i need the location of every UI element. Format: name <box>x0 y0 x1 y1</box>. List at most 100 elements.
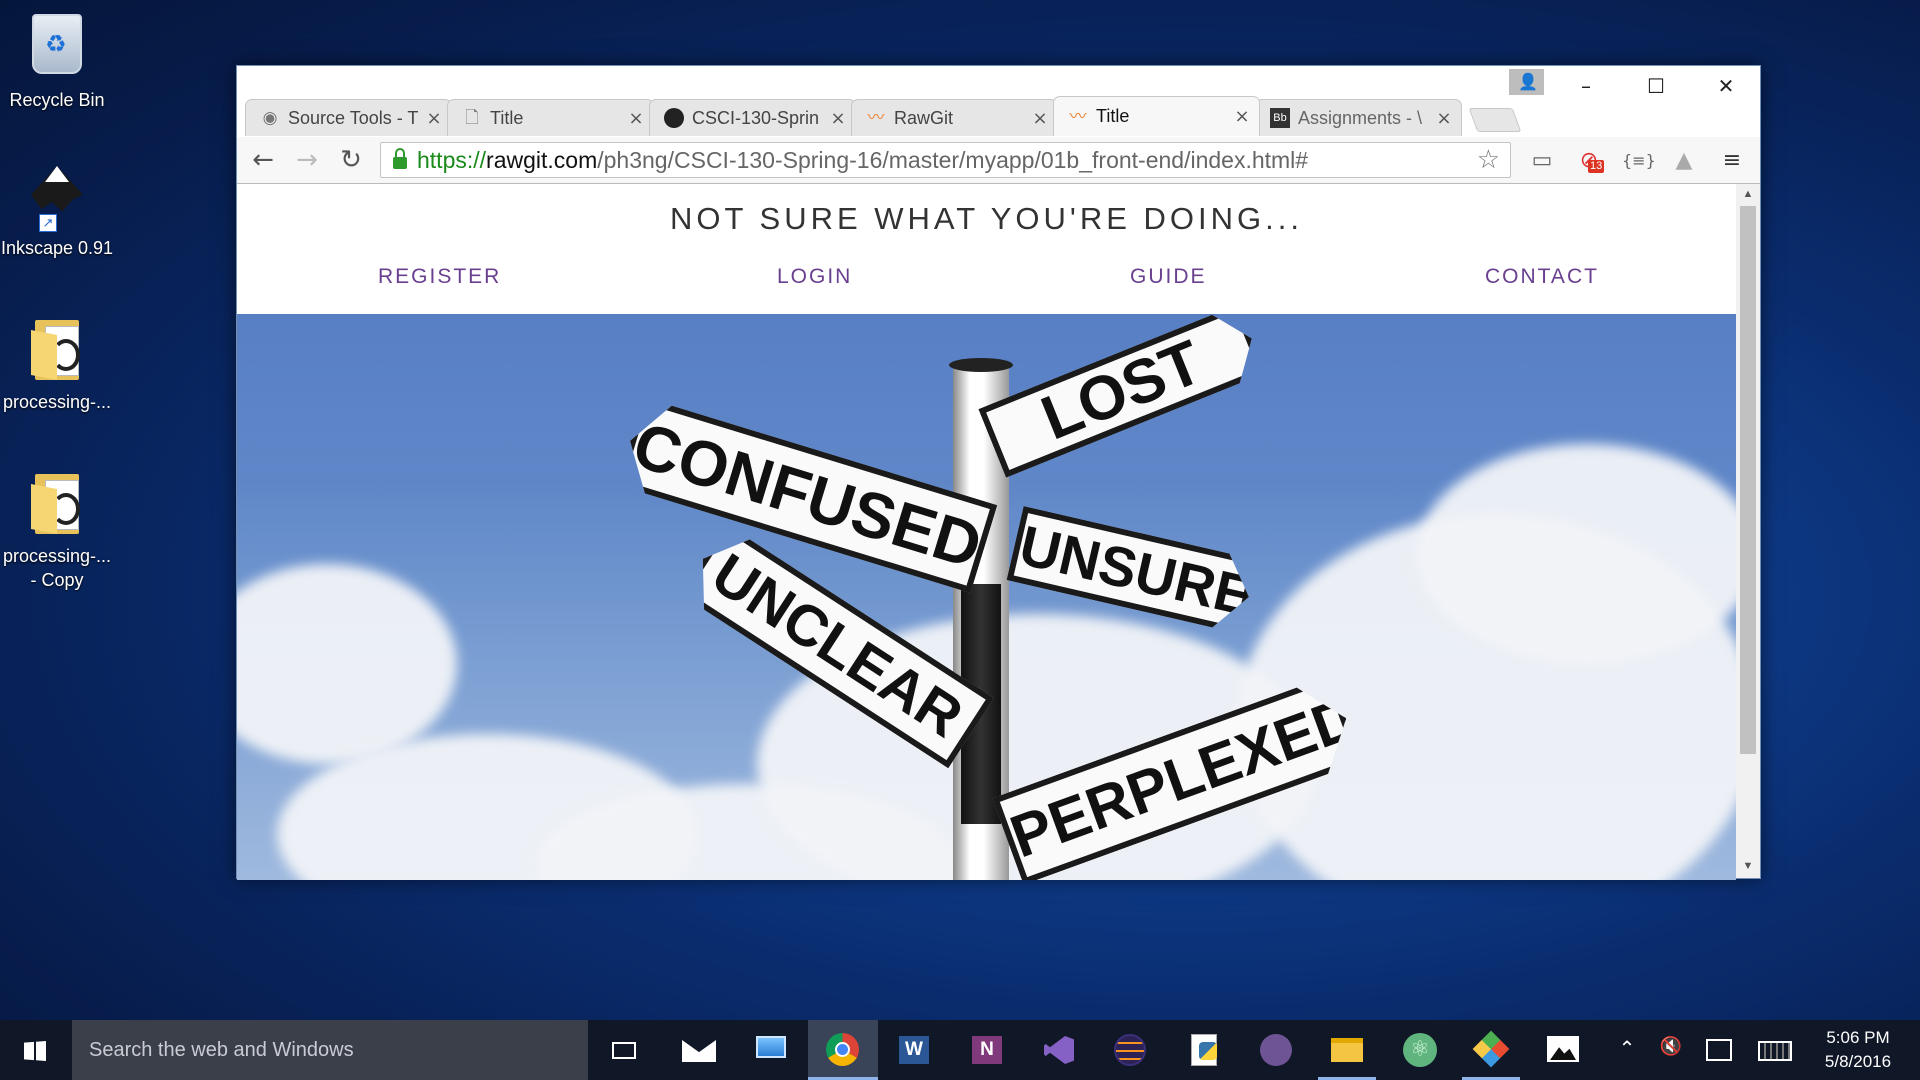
touch-keyboard-icon[interactable] <box>1758 1041 1792 1061</box>
close-icon[interactable]: × <box>829 108 847 129</box>
tab-assignments[interactable]: Bb Assignments - \ × <box>1255 99 1462 136</box>
search-box[interactable]: Search the web and Windows <box>72 1020 588 1080</box>
volume-muted-icon[interactable]: 🔇 <box>1656 1036 1686 1064</box>
file-explorer-icon <box>1331 1038 1363 1062</box>
maximize-button[interactable]: ☐ <box>1621 66 1691 106</box>
clock-date: 5/8/2016 <box>1824 1052 1892 1071</box>
desktop-icon-recycle-bin[interactable]: Recycle Bin <box>0 8 114 112</box>
minimize-button[interactable]: – <box>1551 66 1621 106</box>
taskbar-app-onenote[interactable]: N <box>958 1020 1016 1080</box>
reload-button[interactable]: ↻ <box>333 143 369 177</box>
onenote-icon: N <box>972 1036 1002 1064</box>
url-scheme: https:// <box>417 146 487 173</box>
page-title: NOT SURE WHAT YOU'RE DOING... <box>670 201 1303 236</box>
github-icon <box>664 108 684 128</box>
folder-icon <box>27 316 87 386</box>
taskbar-app-mail[interactable] <box>670 1020 728 1080</box>
inkscape-icon: ↗ <box>27 162 87 232</box>
visual-studio-icon <box>1044 1036 1074 1064</box>
desktop-icon-processing[interactable]: processing-... <box>0 316 114 414</box>
tab-title: Title <box>1096 106 1130 126</box>
tab-title: Title <box>490 107 524 128</box>
scrollbar-thumb[interactable] <box>1740 206 1756 754</box>
taskbar-app-remote-desktop[interactable] <box>742 1020 800 1080</box>
clock[interactable]: 5:06 PM 5/8/2016 <box>1808 1026 1908 1076</box>
rawgit-icon: 〰 <box>867 108 885 127</box>
vertical-scrollbar[interactable]: ▲ ▼ <box>1736 184 1760 878</box>
close-icon[interactable]: × <box>1233 106 1251 127</box>
nav-login-link[interactable]: LOGIN <box>777 265 852 289</box>
task-view-button[interactable] <box>595 1020 653 1080</box>
blackboard-icon: Bb <box>1270 108 1290 128</box>
shortcut-arrow-icon: ↗ <box>39 214 57 232</box>
bookmark-star-icon[interactable]: ☆ <box>1477 145 1500 175</box>
desktop-icon-inkscape[interactable]: ↗ Inkscape 0.91 <box>0 162 114 260</box>
recycle-bin-icon <box>27 14 87 84</box>
taskbar-app-file-explorer[interactable] <box>1318 1020 1376 1080</box>
desktop-icon-processing-copy[interactable]: processing-... - Copy <box>0 470 114 592</box>
page-viewport: NOT SURE WHAT YOU'RE DOING... REGISTER L… <box>237 184 1736 880</box>
tab-title: Assignments - \ <box>1298 107 1423 128</box>
eclipse-icon <box>1114 1034 1146 1066</box>
desktop-icon-label: processing-... <box>2 392 112 412</box>
start-button[interactable] <box>0 1020 70 1080</box>
extension-icon[interactable]: ⊘13 <box>1574 146 1605 176</box>
nav-register-link[interactable]: REGISTER <box>378 265 501 289</box>
address-bar[interactable]: https:// rawgit.com /ph3ng/CSCI-130-Spri… <box>380 142 1511 178</box>
taskbar-app-atom[interactable]: ⚛ <box>1390 1020 1448 1080</box>
close-icon[interactable]: × <box>425 108 443 129</box>
git-icon <box>1472 1030 1510 1068</box>
menu-icon[interactable]: ≡ <box>1717 146 1747 176</box>
github-icon <box>1260 1034 1292 1066</box>
word-icon: W <box>899 1036 929 1064</box>
taskbar-app-python-files[interactable] <box>1175 1020 1233 1080</box>
close-window-button[interactable]: ✕ <box>1691 66 1761 106</box>
scroll-down-arrow[interactable]: ▼ <box>1736 860 1760 872</box>
rawgit-icon: 〰 <box>1069 106 1087 126</box>
taskbar-app-word[interactable]: W <box>885 1020 943 1080</box>
tab-title-1[interactable]: 🗋 Title × <box>447 99 654 136</box>
json-viewer-icon[interactable]: {≡} <box>1622 146 1656 176</box>
taskbar-app-photos[interactable] <box>1534 1020 1592 1080</box>
google-drive-icon[interactable]: ▲ <box>1669 146 1699 176</box>
taskbar-app-git[interactable] <box>1462 1020 1520 1080</box>
document-icon: 🗋 <box>465 108 479 127</box>
forward-button[interactable]: → <box>289 143 325 177</box>
show-hidden-icons-button[interactable]: ⌃ <box>1612 1036 1642 1064</box>
new-tab-button[interactable] <box>1468 108 1522 132</box>
chrome-window: ◉ Source Tools - T × 🗋 Title × CSCI-130-… <box>236 65 1761 880</box>
clock-time: 5:06 PM <box>1826 1028 1890 1047</box>
taskbar-app-github[interactable] <box>1246 1020 1304 1080</box>
back-button[interactable]: ← <box>245 143 281 177</box>
close-icon[interactable]: × <box>1435 108 1453 129</box>
tab-title: CSCI-130-Sprin <box>692 107 820 128</box>
taskbar-app-visual-studio[interactable] <box>1030 1020 1088 1080</box>
browser-toolbar: ← → ↻ https:// rawgit.com /ph3ng/CSCI-13… <box>237 137 1760 184</box>
nav-guide-link[interactable]: GUIDE <box>1130 265 1207 289</box>
close-icon[interactable]: × <box>627 108 645 129</box>
cloud <box>1417 444 1736 664</box>
cast-icon[interactable]: ▭ <box>1527 146 1557 176</box>
nav-contact-link[interactable]: CONTACT <box>1485 265 1599 289</box>
action-center-icon[interactable] <box>1706 1039 1732 1061</box>
taskbar-app-eclipse[interactable] <box>1101 1020 1159 1080</box>
scroll-up-arrow[interactable]: ▲ <box>1736 188 1760 200</box>
hero-image: LOST CONFUSED UNSURE UNCLEAR PERPLEXED <box>237 314 1736 880</box>
profile-button[interactable] <box>1509 69 1544 95</box>
tab-title-active[interactable]: 〰 Title × <box>1053 96 1260 136</box>
tab-title: RawGit <box>894 107 954 128</box>
task-view-icon <box>612 1042 636 1059</box>
tab-github[interactable]: CSCI-130-Sprin × <box>649 99 856 136</box>
sign-lost: LOST <box>978 314 1265 478</box>
windows-icon <box>24 1041 46 1061</box>
mail-icon <box>682 1040 716 1062</box>
title-bar: ◉ Source Tools - T × 🗋 Title × CSCI-130-… <box>237 66 1760 137</box>
tab-rawgit[interactable]: 〰 RawGit × <box>851 99 1058 136</box>
close-icon[interactable]: × <box>1031 108 1049 129</box>
url-host: rawgit.com <box>486 146 598 173</box>
atom-icon: ⚛ <box>1403 1033 1437 1067</box>
tab-source-tools[interactable]: ◉ Source Tools - T × <box>245 99 452 136</box>
taskbar-app-chrome[interactable] <box>808 1020 878 1080</box>
url-path: /ph3ng/CSCI-130-Spring-16/master/myapp/0… <box>597 146 1309 173</box>
folder-icon <box>27 470 87 540</box>
